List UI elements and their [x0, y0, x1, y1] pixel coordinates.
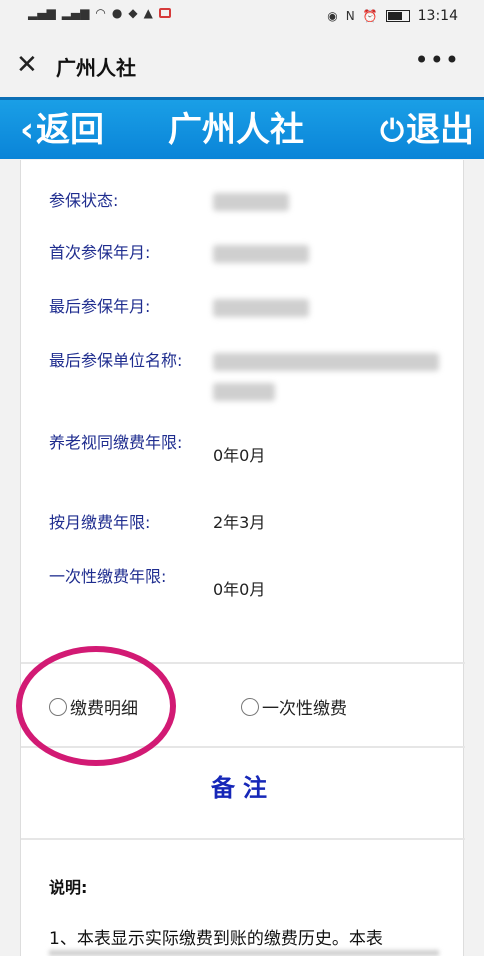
logout-label: 退出 — [406, 110, 474, 150]
info-value: 0年0月 — [213, 446, 266, 465]
back-label: 返回 — [36, 110, 105, 150]
radio-button-icon[interactable] — [241, 697, 259, 716]
bell-icon: ▲ — [143, 6, 153, 20]
page-title: 广州人社 — [168, 110, 304, 150]
app-notification-icon — [158, 8, 171, 18]
browser-title: 广州人社 — [56, 56, 136, 80]
remark-section: 备注 — [21, 748, 465, 838]
close-icon[interactable]: ✕ — [16, 50, 38, 80]
app-header: ‹返回 广州人社 ⏻退出 — [0, 97, 484, 159]
alarm-icon: ⏰ — [362, 9, 378, 23]
notes-text-cropped — [49, 950, 439, 956]
wifi-icon: ◠ — [95, 6, 106, 20]
info-value-redacted — [213, 240, 309, 266]
info-label: 按月缴费年限: — [49, 513, 151, 532]
signal-icon: ▂▄▆ — [61, 6, 90, 20]
info-value: 2年3月 — [213, 513, 266, 532]
radio-label: 一次性缴费 — [262, 699, 347, 719]
browser-title-bar: ✕ 广州人社 ••• — [0, 36, 484, 96]
info-label: 养老视同缴费年限: — [49, 433, 183, 452]
remark-title: 备注 — [211, 774, 275, 802]
eye-icon: ◉ — [327, 9, 338, 23]
notification-icon: ● — [111, 6, 123, 20]
signal-icon: ▂▄▆ — [28, 6, 56, 20]
battery-icon — [385, 10, 410, 22]
info-value-redacted — [213, 348, 443, 401]
status-icons-right: ◉ N ⏰ 13:14 — [327, 8, 458, 24]
radio-button-icon[interactable] — [49, 697, 67, 716]
nfc-icon: N — [345, 9, 355, 23]
info-label: 首次参保年月: — [49, 243, 151, 262]
chat-icon: ◆ — [128, 6, 138, 20]
info-value-redacted — [213, 188, 289, 214]
notes-text: 1、本表显示实际缴费到账的缴费历史。本表 — [49, 929, 383, 949]
info-label: 最后参保单位名称: — [49, 351, 183, 370]
radio-lump-sum[interactable]: 一次性缴费 — [241, 694, 347, 719]
radio-label: 缴费明细 — [70, 699, 138, 719]
logout-button[interactable]: ⏻退出 — [380, 108, 474, 154]
info-card: 参保状态: 首次参保年月: 最后参保年月: 最后参保单位名称: 养老视同缴费年限… — [20, 160, 465, 956]
more-icon[interactable]: ••• — [415, 46, 460, 74]
notes-title: 说明: — [49, 878, 88, 897]
status-icons-left: ▂▄▆ ▂▄▆ ◠ ● ◆ ▲ — [28, 6, 171, 20]
info-label: 一次性缴费年限: — [49, 567, 167, 586]
info-label: 最后参保年月: — [49, 297, 151, 316]
radio-payment-detail[interactable]: 缴费明细 — [49, 694, 138, 719]
info-value: 0年0月 — [213, 580, 266, 599]
info-value-redacted — [213, 294, 309, 320]
divider — [21, 838, 465, 840]
back-button[interactable]: ‹返回 — [20, 108, 104, 152]
power-icon: ⏻ — [380, 114, 404, 149]
chevron-left-icon: ‹ — [20, 110, 35, 150]
status-time: 13:14 — [417, 8, 458, 24]
status-bar: ▂▄▆ ▂▄▆ ◠ ● ◆ ▲ ◉ N ⏰ 13:14 — [0, 0, 484, 36]
info-label: 参保状态: — [49, 191, 119, 210]
payment-type-options: 缴费明细 一次性缴费 — [21, 664, 465, 744]
